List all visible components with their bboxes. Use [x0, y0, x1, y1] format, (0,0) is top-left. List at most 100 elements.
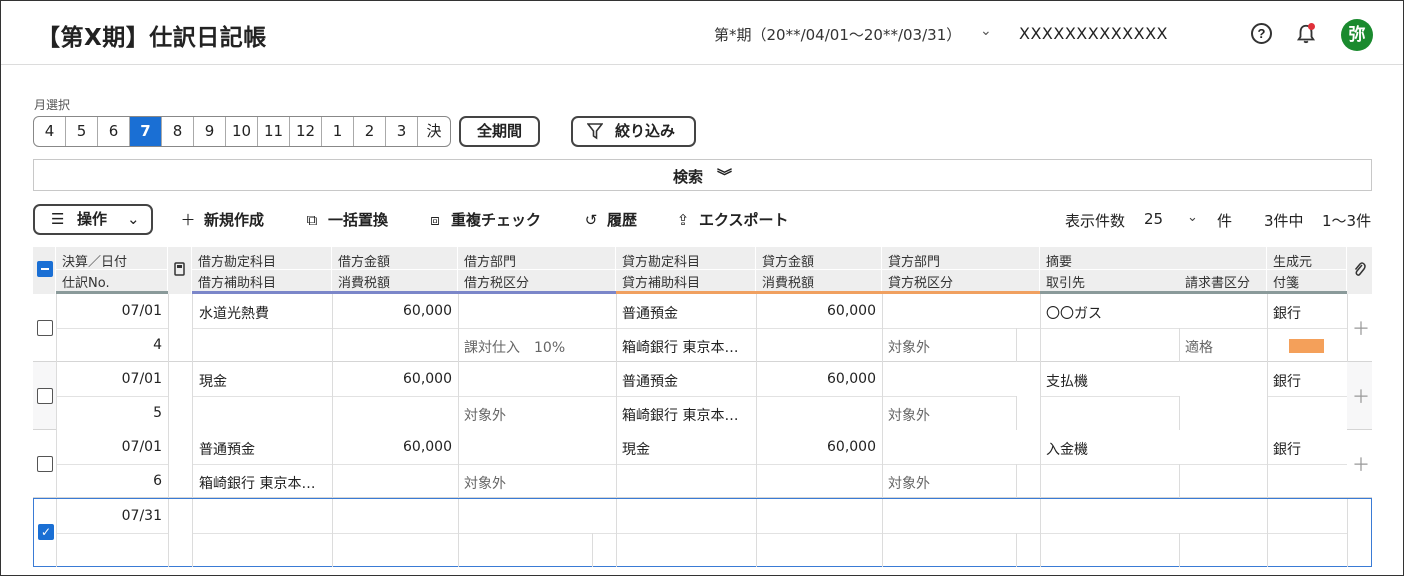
header-attachment — [1347, 247, 1372, 294]
row-checkbox[interactable] — [37, 456, 53, 472]
row-checkbox[interactable] — [37, 388, 53, 404]
month-button[interactable]: 6 — [98, 117, 130, 146]
filter-icon — [587, 123, 603, 140]
header-label: 生成元 — [1273, 255, 1313, 270]
credit-account: 普通預金 — [622, 306, 678, 322]
credit-account: 普通預金 — [622, 374, 678, 390]
table-row[interactable]: 07/01 6 普通預金 箱崎銀行 東京本… 60,000 対象外 現金 60,… — [33, 430, 1372, 498]
new-entry-label: 新規作成 — [204, 211, 265, 229]
header-debit-amount[interactable]: 借方金額 消費税額 — [332, 247, 458, 294]
header-label: 借方部門 — [464, 255, 517, 270]
avatar[interactable]: 弥 — [1341, 19, 1373, 51]
source: 銀行 — [1273, 442, 1301, 458]
month-button[interactable]: 3 — [386, 117, 418, 146]
month-button[interactable]: 10 — [226, 117, 258, 146]
row-checkbox[interactable] — [37, 320, 53, 336]
filter-label: 絞り込み — [615, 122, 676, 140]
search-toggle[interactable]: 検索 ︾ — [33, 159, 1372, 191]
header-debit-dept[interactable]: 借方部門 借方税区分 — [458, 247, 616, 294]
select-all-checkbox[interactable] — [37, 261, 53, 277]
month-button[interactable]: 8 — [162, 117, 194, 146]
plus-icon: ＋ — [180, 211, 196, 229]
table-row[interactable]: 07/01 5 現金 60,000 対象外 普通預金 箱崎銀行 東京本… 60,… — [33, 362, 1372, 430]
month-button[interactable]: 2 — [354, 117, 386, 146]
credit-amount: 60,000 — [827, 439, 876, 455]
header-memo[interactable]: 摘要 取引先 請求書区分 — [1040, 247, 1267, 294]
month-button[interactable]: 12 — [290, 117, 322, 146]
document-icon — [174, 262, 185, 276]
month-button[interactable]: 5 — [66, 117, 98, 146]
header-label: 貸方勘定科目 — [622, 255, 701, 270]
question-circle-icon[interactable]: ? — [1251, 23, 1272, 44]
duplicate-check-button[interactable]: ⧈ 重複チェック — [425, 209, 541, 231]
debit-tax-class: 課対仕入 10% — [464, 340, 566, 356]
page-size-unit: 件 — [1217, 212, 1233, 230]
month-select-label: 月選択 — [34, 98, 71, 112]
header-label: 借方税区分 — [464, 276, 530, 291]
row-number: 6 — [153, 473, 162, 489]
header-label: 決算／日付 — [62, 255, 128, 270]
month-button[interactable]: 9 — [194, 117, 226, 146]
new-row-date[interactable]: 07/31 — [56, 508, 162, 524]
search-label: 検索 — [673, 168, 704, 186]
header-credit-dept[interactable]: 貸方部門 貸方税区分 — [882, 247, 1040, 294]
header-credit-amount[interactable]: 貸方金額 消費税額 — [756, 247, 882, 294]
header-label: 貸方補助科目 — [622, 276, 701, 291]
header-label: 借方補助科目 — [198, 276, 277, 291]
debit-tax-class: 対象外 — [464, 476, 506, 492]
month-button[interactable]: 4 — [34, 117, 66, 146]
add-attachment-icon[interactable]: ＋ — [1352, 451, 1370, 477]
add-attachment-icon[interactable]: ＋ — [1352, 383, 1370, 409]
month-button-selected[interactable]: 7 — [130, 117, 162, 146]
debit-account: 水道光熱費 — [199, 306, 269, 322]
new-entry-button[interactable]: ＋ 新規作成 — [178, 209, 264, 231]
header-debit-account[interactable]: 借方勘定科目 借方補助科目 — [192, 247, 332, 294]
table-row[interactable]: 07/01 4 水道光熱費 60,000 課対仕入 10% 普通預金 箱崎銀行 … — [33, 294, 1372, 362]
header-date[interactable]: 決算／日付 仕訳No. — [56, 247, 168, 294]
chevron-down-icon: ⌄ — [127, 210, 140, 228]
filter-button[interactable]: 絞り込み — [571, 116, 696, 147]
row-date: 07/01 — [121, 303, 162, 319]
chevron-down-icon[interactable]: ⌄ — [980, 23, 992, 39]
header-source[interactable]: 生成元 付箋 — [1267, 247, 1347, 294]
duplicate-check-label: 重複チェック — [451, 211, 542, 229]
month-button-settlement[interactable]: 決 — [418, 117, 450, 146]
sticky-note-tag[interactable] — [1289, 339, 1324, 353]
credit-tax-class: 対象外 — [888, 476, 930, 492]
replace-icon: ⧉ — [306, 211, 318, 229]
header-label: 付箋 — [1273, 276, 1300, 291]
credit-sub-account: 箱崎銀行 東京本… — [622, 408, 739, 424]
header-label: 取引先 — [1046, 276, 1086, 291]
all-period-button[interactable]: 全期間 — [459, 116, 540, 147]
history-icon: ↺ — [584, 211, 598, 229]
total-count: 3件中 — [1264, 212, 1304, 230]
operations-menu-button[interactable]: ☰ 操作 ⌄ — [33, 204, 153, 235]
memo: 支払機 — [1046, 374, 1088, 390]
chevron-down-icon[interactable]: ⌄ — [1187, 210, 1198, 225]
header-select-cell — [33, 247, 56, 294]
bulk-replace-button[interactable]: ⧉ 一括置換 — [302, 209, 388, 231]
history-button[interactable]: ↺ 履歴 — [581, 209, 637, 231]
notification-dot — [1308, 23, 1315, 30]
bulk-replace-label: 一括置換 — [328, 211, 389, 229]
credit-amount: 60,000 — [827, 303, 876, 319]
month-button[interactable]: 1 — [322, 117, 354, 146]
row-number: 4 — [153, 337, 162, 353]
page-size-select[interactable]: 25 — [1144, 210, 1163, 228]
header-label: 貸方税区分 — [888, 276, 954, 291]
debit-amount: 60,000 — [403, 371, 452, 387]
header-credit-account[interactable]: 貸方勘定科目 貸方補助科目 — [616, 247, 756, 294]
debit-account: 現金 — [199, 374, 227, 390]
app-header: 【第X期】仕訳日記帳 第*期（20**/04/01〜20**/03/31） ⌄ … — [1, 1, 1403, 65]
period-selector[interactable]: 第*期（20**/04/01〜20**/03/31） — [714, 24, 961, 45]
debit-account: 普通預金 — [199, 442, 255, 458]
export-icon: ⇪ — [676, 211, 690, 229]
row-checkbox-checked[interactable]: ✓ — [38, 524, 54, 540]
history-label: 履歴 — [607, 211, 638, 229]
add-attachment-icon[interactable]: ＋ — [1352, 315, 1370, 341]
operations-label: 操作 — [77, 210, 108, 228]
export-button[interactable]: ⇪ エクスポート — [673, 209, 789, 231]
new-entry-row[interactable]: ✓ 07/31 — [33, 498, 1372, 567]
month-button[interactable]: 11 — [258, 117, 290, 146]
company-name[interactable]: XXXXXXXXXXXXX — [1019, 24, 1168, 43]
